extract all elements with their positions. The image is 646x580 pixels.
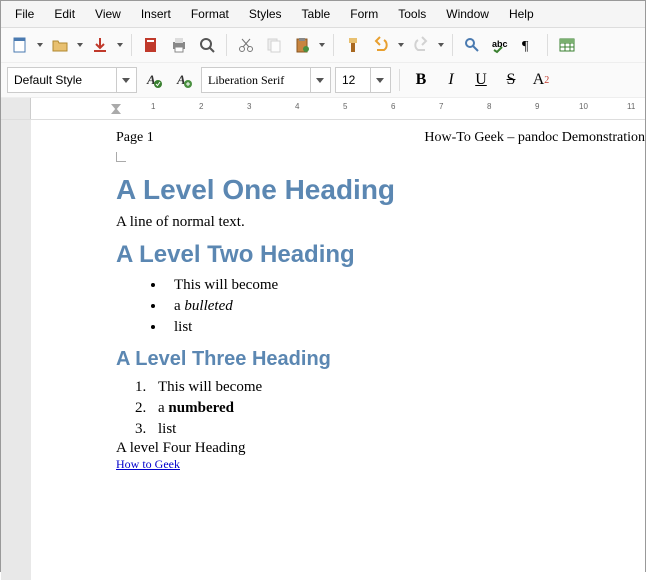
separator xyxy=(226,34,227,56)
heading-4-text[interactable]: A level Four Heading xyxy=(116,440,645,457)
header-left: Page 1 xyxy=(116,130,154,146)
menu-bar: File Edit View Insert Format Styles Tabl… xyxy=(1,1,645,28)
paste-dropdown[interactable] xyxy=(317,32,327,58)
update-style-button[interactable]: A xyxy=(141,67,167,93)
new-style-button[interactable]: A xyxy=(171,67,197,93)
separator xyxy=(131,34,132,56)
ruler-tick: 8 xyxy=(487,102,491,111)
save-button[interactable] xyxy=(87,32,113,58)
ruler-tick: 1 xyxy=(151,102,155,111)
spellcheck-button[interactable]: abc xyxy=(487,32,513,58)
ruler-tick: 10 xyxy=(579,102,588,111)
page-header: Page 1 How-To Geek – pandoc Demonstratio… xyxy=(116,130,645,146)
menu-window[interactable]: Window xyxy=(436,3,499,25)
italic-button[interactable]: I xyxy=(438,67,464,93)
bold-button[interactable]: B xyxy=(408,67,434,93)
svg-text:abc: abc xyxy=(492,39,508,49)
open-button[interactable] xyxy=(47,32,73,58)
list-item[interactable]: list xyxy=(166,317,645,338)
size-input[interactable] xyxy=(336,68,370,92)
cut-button[interactable] xyxy=(233,32,259,58)
ruler[interactable]: 1 2 3 4 5 6 7 8 9 10 11 xyxy=(1,98,645,120)
list-item[interactable]: a bulleted xyxy=(166,296,645,317)
ruler-tick: 9 xyxy=(535,102,539,111)
style-input[interactable] xyxy=(8,68,116,92)
ruler-tick: 2 xyxy=(199,102,203,111)
export-pdf-button[interactable] xyxy=(138,32,164,58)
heading-3[interactable]: A Level Three Heading xyxy=(116,348,645,371)
document-page[interactable]: Page 1 How-To Geek – pandoc Demonstratio… xyxy=(31,120,645,580)
undo-dropdown[interactable] xyxy=(396,32,406,58)
numbered-list[interactable]: This will become a numbered list xyxy=(150,377,645,440)
print-button[interactable] xyxy=(166,32,192,58)
underline-button[interactable]: U xyxy=(468,67,494,93)
workspace: Page 1 How-To Geek – pandoc Demonstratio… xyxy=(1,120,645,580)
hyperlink[interactable]: How to Geek xyxy=(116,457,180,471)
list-item[interactable]: This will become xyxy=(150,377,645,398)
ruler-tick: 11 xyxy=(627,102,635,111)
copy-button[interactable] xyxy=(261,32,287,58)
header-right: How-To Geek – pandoc Demonstration xyxy=(424,130,645,146)
find-replace-button[interactable] xyxy=(459,32,485,58)
redo-button[interactable] xyxy=(408,32,434,58)
list-item[interactable]: list xyxy=(150,419,645,440)
heading-1[interactable]: A Level One Heading xyxy=(116,174,645,206)
menu-file[interactable]: File xyxy=(5,3,44,25)
ruler-tick: 6 xyxy=(391,102,395,111)
heading-2[interactable]: A Level Two Heading xyxy=(116,241,645,269)
ruler-tick: 3 xyxy=(247,102,251,111)
undo-button[interactable] xyxy=(368,32,394,58)
separator xyxy=(547,34,548,56)
formatting-toolbar: A A B I U S A2 xyxy=(1,63,645,98)
clone-format-button[interactable] xyxy=(340,32,366,58)
list-item[interactable]: a numbered xyxy=(150,398,645,419)
standard-toolbar: abc ¶ xyxy=(1,28,645,63)
menu-tools[interactable]: Tools xyxy=(388,3,436,25)
style-combo[interactable] xyxy=(7,67,137,93)
strike-button[interactable]: S xyxy=(498,67,524,93)
indent-marker-icon[interactable] xyxy=(111,100,123,116)
insert-table-button[interactable] xyxy=(554,32,580,58)
font-dropdown[interactable] xyxy=(310,68,328,92)
menu-form[interactable]: Form xyxy=(340,3,388,25)
menu-insert[interactable]: Insert xyxy=(131,3,181,25)
list-item[interactable]: This will become xyxy=(166,275,645,296)
paste-button[interactable] xyxy=(289,32,315,58)
menu-help[interactable]: Help xyxy=(499,3,544,25)
redo-dropdown[interactable] xyxy=(436,32,446,58)
separator xyxy=(399,69,400,91)
gutter xyxy=(1,120,31,580)
menu-edit[interactable]: Edit xyxy=(44,3,85,25)
document-body[interactable]: A Level One Heading A line of normal tex… xyxy=(116,174,645,472)
superscript-button[interactable]: A2 xyxy=(528,67,554,93)
ruler-tick: 4 xyxy=(295,102,299,111)
bullet-list[interactable]: This will become a bulleted list xyxy=(166,275,645,338)
ruler-tick: 5 xyxy=(343,102,347,111)
paragraph[interactable]: A line of normal text. xyxy=(116,214,645,231)
style-dropdown[interactable] xyxy=(116,68,134,92)
font-input[interactable] xyxy=(202,68,310,92)
font-combo[interactable] xyxy=(201,67,331,93)
svg-text:¶: ¶ xyxy=(522,39,529,54)
menu-view[interactable]: View xyxy=(85,3,131,25)
separator xyxy=(333,34,334,56)
new-doc-button[interactable] xyxy=(7,32,33,58)
ruler-scale[interactable]: 1 2 3 4 5 6 7 8 9 10 11 xyxy=(31,98,645,119)
open-dropdown[interactable] xyxy=(75,32,85,58)
size-dropdown[interactable] xyxy=(370,68,388,92)
ruler-tick: 7 xyxy=(439,102,443,111)
menu-table[interactable]: Table xyxy=(292,3,341,25)
print-preview-button[interactable] xyxy=(194,32,220,58)
page-corner-mark-icon xyxy=(116,152,126,162)
save-dropdown[interactable] xyxy=(115,32,125,58)
ruler-corner xyxy=(1,98,31,119)
menu-styles[interactable]: Styles xyxy=(239,3,292,25)
formatting-marks-button[interactable]: ¶ xyxy=(515,32,541,58)
new-doc-dropdown[interactable] xyxy=(35,32,45,58)
menu-format[interactable]: Format xyxy=(181,3,239,25)
size-combo[interactable] xyxy=(335,67,391,93)
separator xyxy=(452,34,453,56)
